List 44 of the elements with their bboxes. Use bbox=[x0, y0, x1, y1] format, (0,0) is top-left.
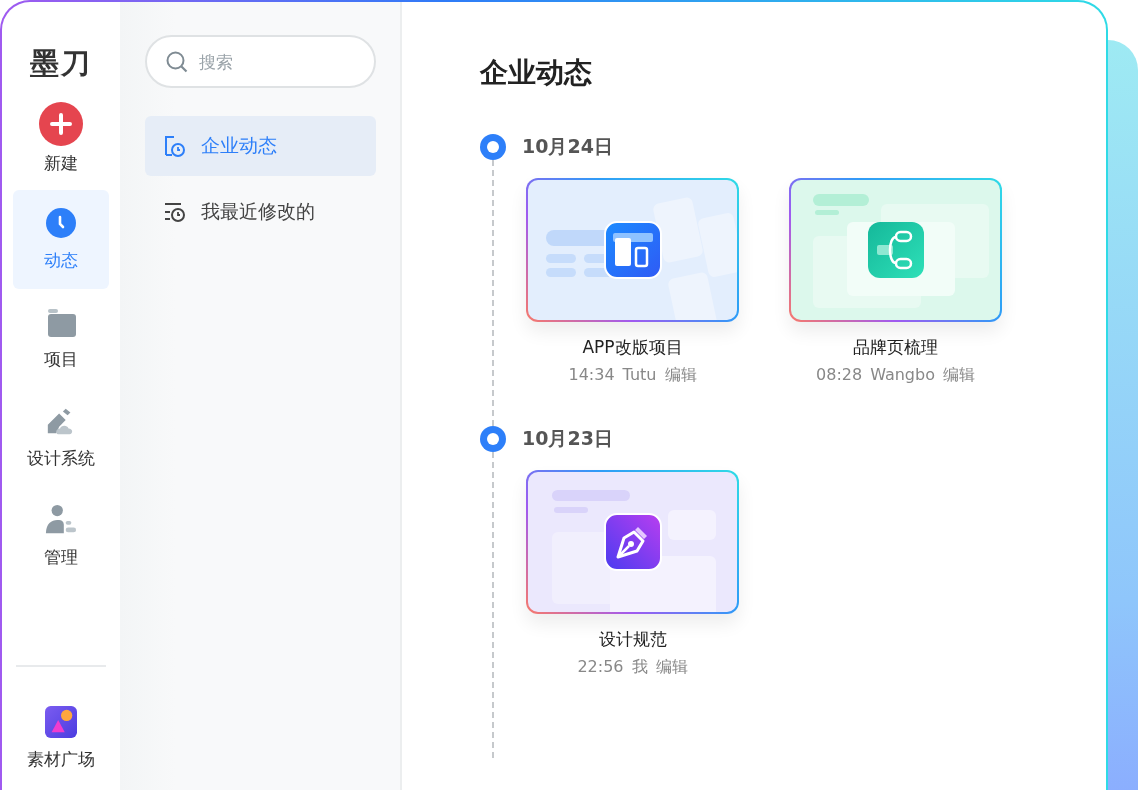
date-label: 10月23日 bbox=[522, 426, 613, 451]
file-thumbnail[interactable] bbox=[789, 178, 1002, 322]
edit-time: 08:28 bbox=[816, 365, 863, 386]
date-label: 10月24日 bbox=[522, 134, 613, 159]
file-name[interactable]: 设计规范 bbox=[598, 628, 667, 651]
nav-item[interactable]: 素材广场 bbox=[13, 689, 109, 788]
search-icon bbox=[165, 50, 189, 74]
clock-icon bbox=[45, 207, 77, 239]
edit-time: 14:34 bbox=[568, 365, 615, 386]
file-name[interactable]: 品牌页梳理 bbox=[853, 336, 938, 359]
sidebar-item[interactable]: 我最近修改的 bbox=[145, 182, 376, 242]
nav-item[interactable]: 新建 bbox=[13, 102, 109, 182]
folder-icon bbox=[45, 306, 77, 338]
edit-time: 22:56 bbox=[577, 657, 624, 678]
layout-app-icon bbox=[604, 221, 662, 279]
page-title: 企业动态 bbox=[480, 55, 593, 91]
editor-name: Wangbo bbox=[870, 365, 935, 386]
timeline-dot-icon bbox=[480, 134, 506, 160]
edit-action: 编辑 bbox=[942, 365, 975, 386]
list-clock-icon bbox=[163, 200, 187, 224]
placeholder-shape bbox=[546, 268, 576, 277]
file-name[interactable]: APP改版项目 bbox=[582, 336, 683, 359]
mindmap-app-icon bbox=[867, 221, 925, 279]
file-thumbnail[interactable] bbox=[526, 470, 739, 614]
file-thumbnail[interactable] bbox=[526, 178, 739, 322]
placeholder-shape bbox=[813, 194, 869, 206]
logo: 墨刀 bbox=[30, 45, 92, 82]
nav-item[interactable]: 动态 bbox=[13, 190, 109, 289]
search-field[interactable]: 搜索 bbox=[145, 35, 376, 88]
editor-name: 我 bbox=[631, 657, 648, 678]
placeholder-shape bbox=[546, 254, 576, 263]
document-clock-icon bbox=[163, 134, 187, 158]
editor-name: Tutu bbox=[622, 365, 657, 386]
nav-item[interactable]: 项目 bbox=[13, 289, 109, 388]
nav-item[interactable]: 管理 bbox=[13, 487, 109, 586]
edit-action: 编辑 bbox=[664, 365, 697, 386]
timeline-dot-icon bbox=[480, 426, 506, 452]
plus-icon bbox=[39, 102, 83, 146]
nav-item[interactable]: 设计系统 bbox=[13, 388, 109, 487]
image-icon bbox=[45, 706, 77, 738]
pen-app-icon bbox=[604, 513, 662, 571]
edit-action: 编辑 bbox=[655, 657, 688, 678]
placeholder-shape bbox=[815, 210, 839, 215]
user-icon bbox=[45, 504, 77, 536]
